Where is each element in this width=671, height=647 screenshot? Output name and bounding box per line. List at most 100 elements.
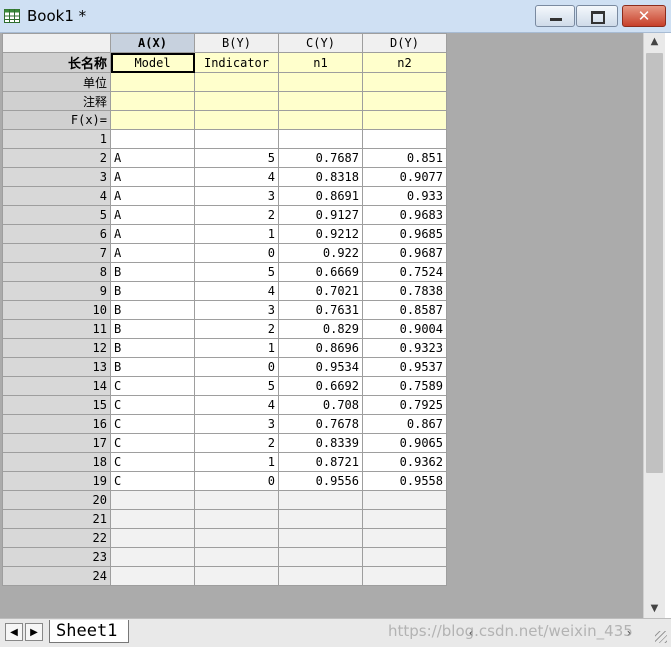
data-cell[interactable]: 0.8318 [278,167,363,187]
resize-grip-icon[interactable] [655,631,667,643]
data-cell[interactable]: 4 [194,281,279,301]
data-cell[interactable]: B [110,319,195,339]
data-cell[interactable] [278,547,363,567]
data-cell[interactable]: 5 [194,262,279,282]
data-cell[interactable] [362,490,447,510]
comments-cell[interactable] [362,91,447,111]
fx-cell[interactable] [110,110,195,130]
fx-cell[interactable] [362,110,447,130]
data-cell[interactable]: 0.7678 [278,414,363,434]
row-number[interactable]: 23 [2,547,111,567]
data-cell[interactable]: 0.7524 [362,262,447,282]
comments-label[interactable]: 注释 [2,91,111,111]
data-cell[interactable]: 0.8691 [278,186,363,206]
row-number[interactable]: 6 [2,224,111,244]
data-cell[interactable]: C [110,452,195,472]
data-cell[interactable]: 0.708 [278,395,363,415]
data-cell[interactable]: 0.867 [362,414,447,434]
data-cell[interactable] [194,129,279,149]
long-name-cell-d[interactable]: n2 [362,52,447,73]
data-cell[interactable] [278,509,363,529]
units-cell[interactable] [194,72,279,92]
data-cell[interactable]: 0.7687 [278,148,363,168]
data-cell[interactable] [194,528,279,548]
data-cell[interactable] [278,528,363,548]
data-cell[interactable] [362,528,447,548]
data-cell[interactable]: B [110,338,195,358]
data-cell[interactable]: 0 [194,357,279,377]
row-number[interactable]: 13 [2,357,111,377]
data-cell[interactable]: 0.7838 [362,281,447,301]
data-cell[interactable]: 3 [194,414,279,434]
data-cell[interactable] [362,509,447,529]
data-cell[interactable]: B [110,281,195,301]
fx-label[interactable]: F(x)= [2,110,111,130]
row-number[interactable]: 9 [2,281,111,301]
row-number[interactable]: 10 [2,300,111,320]
data-cell[interactable]: 5 [194,148,279,168]
row-number[interactable]: 17 [2,433,111,453]
data-cell[interactable] [362,547,447,567]
row-number[interactable]: 5 [2,205,111,225]
sheet-tab[interactable]: Sheet1 [49,620,129,643]
fx-cell[interactable] [194,110,279,130]
data-cell[interactable]: 0.7925 [362,395,447,415]
units-cell[interactable] [110,72,195,92]
data-cell[interactable]: A [110,205,195,225]
comments-cell[interactable] [110,91,195,111]
data-cell[interactable]: A [110,224,195,244]
data-cell[interactable]: 0 [194,243,279,263]
data-cell[interactable]: 2 [194,319,279,339]
row-number[interactable]: 15 [2,395,111,415]
long-name-label[interactable]: 长名称 [2,52,111,73]
data-cell[interactable] [278,566,363,586]
vertical-scrollbar[interactable]: ▲ ▼ [643,33,665,618]
data-cell[interactable]: A [110,186,195,206]
data-cell[interactable] [362,566,447,586]
data-cell[interactable]: 0.9065 [362,433,447,453]
data-cell[interactable]: C [110,414,195,434]
data-cell[interactable]: A [110,167,195,187]
data-cell[interactable]: 1 [194,452,279,472]
data-cell[interactable]: 0.9004 [362,319,447,339]
data-cell[interactable]: 5 [194,376,279,396]
units-cell[interactable] [278,72,363,92]
data-cell[interactable]: 0.9558 [362,471,447,491]
tab-right-arrow-icon[interactable]: ▶ [25,623,43,641]
data-cell[interactable] [278,129,363,149]
data-cell[interactable] [362,129,447,149]
row-number[interactable]: 4 [2,186,111,206]
long-name-cell-c[interactable]: n1 [278,52,363,73]
data-cell[interactable] [194,490,279,510]
data-cell[interactable]: B [110,357,195,377]
data-cell[interactable]: 3 [194,300,279,320]
data-cell[interactable]: C [110,433,195,453]
data-cell[interactable]: 0.8696 [278,338,363,358]
data-cell[interactable] [110,509,195,529]
data-cell[interactable]: 0.8339 [278,433,363,453]
data-cell[interactable]: 4 [194,395,279,415]
select-all-corner[interactable] [2,33,111,53]
row-number[interactable]: 2 [2,148,111,168]
data-cell[interactable] [278,490,363,510]
data-cell[interactable] [110,490,195,510]
row-number[interactable]: 11 [2,319,111,339]
row-number[interactable]: 22 [2,528,111,548]
data-cell[interactable]: 0.9212 [278,224,363,244]
data-cell[interactable]: 0.9362 [362,452,447,472]
data-cell[interactable]: 0.9534 [278,357,363,377]
data-cell[interactable]: 4 [194,167,279,187]
long-name-cell-b[interactable]: Indicator [194,52,279,73]
row-number[interactable]: 20 [2,490,111,510]
data-cell[interactable]: C [110,395,195,415]
data-cell[interactable]: 0.829 [278,319,363,339]
close-button[interactable]: ✕ [622,5,666,27]
units-cell[interactable] [362,72,447,92]
data-cell[interactable]: 0.9127 [278,205,363,225]
vertical-scroll-thumb[interactable] [646,53,663,473]
data-cell[interactable]: 0.6669 [278,262,363,282]
row-number[interactable]: 7 [2,243,111,263]
data-cell[interactable]: B [110,262,195,282]
row-number[interactable]: 14 [2,376,111,396]
data-cell[interactable] [110,547,195,567]
